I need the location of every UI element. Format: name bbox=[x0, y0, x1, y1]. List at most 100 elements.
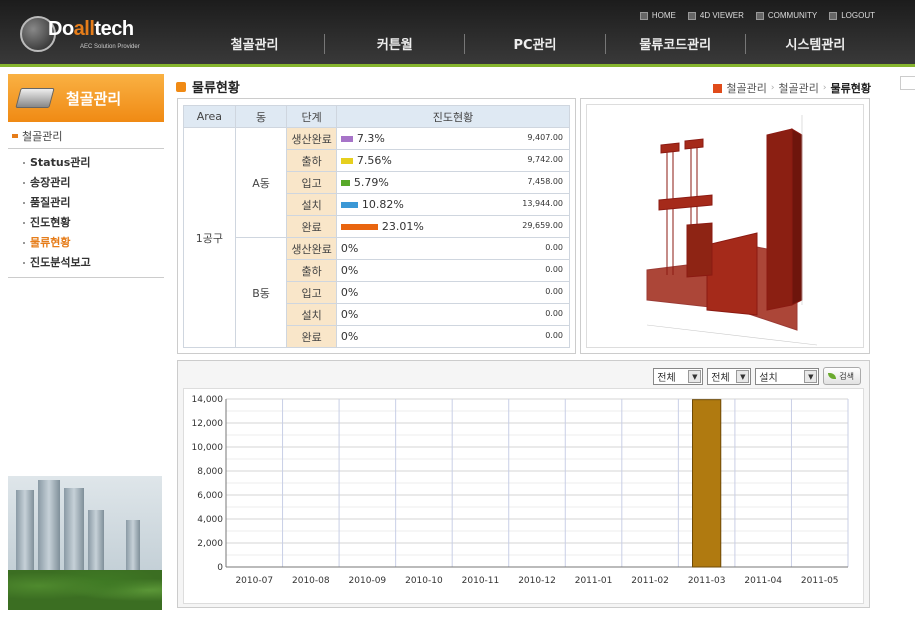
top-menu-4d-viewer[interactable]: 4D VIEWER bbox=[687, 11, 744, 20]
table-row: 1공구 A동 생산완료 7.3% 9,407.00 bbox=[183, 127, 571, 348]
y-tick-label: 6,000 bbox=[197, 491, 223, 501]
sidebar-item-quality[interactable]: 품질관리 bbox=[23, 193, 164, 213]
progress-value: 0.00 bbox=[545, 243, 563, 252]
filter-select-2[interactable]: 전체 ▼ bbox=[707, 367, 752, 385]
x-tick-label: 2010-08 bbox=[292, 576, 330, 586]
square-bullet-icon bbox=[687, 11, 696, 20]
header-area: Area bbox=[183, 105, 236, 128]
minus-bullet-icon bbox=[12, 134, 18, 138]
stage-cell: 설치 bbox=[286, 303, 337, 326]
top-menu-community[interactable]: COMMUNITY bbox=[755, 11, 817, 20]
progress-bar bbox=[340, 180, 350, 186]
sidebar-item-progress[interactable]: 진도현황 bbox=[23, 213, 164, 233]
leaf-icon bbox=[828, 373, 837, 379]
progress-bar bbox=[340, 202, 358, 208]
tower-shape bbox=[64, 488, 84, 580]
stage-cell: 완료 bbox=[286, 325, 337, 348]
x-tick-label: 2011-03 bbox=[688, 576, 726, 586]
top-menu: HOME 4D VIEWER COMMUNITY LOGOUT bbox=[639, 11, 875, 20]
progress-bar bbox=[340, 136, 353, 142]
y-tick-label: 12,000 bbox=[192, 419, 224, 429]
sidebar-item-progress-report[interactable]: 진도분석보고 bbox=[23, 253, 164, 273]
stage-cell: 완료 bbox=[286, 215, 337, 238]
main-nav: 철골관리 커튼월 PC관리 물류코드관리 시스템관리 bbox=[185, 34, 885, 54]
stage-cell: 설치 bbox=[286, 193, 337, 216]
bar-chart-area: 0 2,000 4,000 6,000 8,000 10,000 12,000 14,000 2… bbox=[183, 388, 864, 604]
progress-bar bbox=[340, 158, 353, 164]
stage-cell: 출하 bbox=[286, 149, 337, 172]
sidebar-item-logistics[interactable]: 물류현황 bbox=[23, 233, 164, 253]
filter-select-stage[interactable]: 설치 ▼ bbox=[755, 367, 820, 385]
progress-bar bbox=[340, 224, 378, 230]
sidebar-title-banner: 철골관리 bbox=[8, 74, 164, 122]
breadcrumb-separator: › bbox=[822, 83, 827, 93]
stage-cell: 생산완료 bbox=[286, 237, 337, 260]
breadcrumb-item[interactable]: 철골관리 bbox=[726, 80, 766, 96]
logo-wordmark: Doalltech bbox=[48, 18, 134, 40]
progress-percent: 0% bbox=[340, 308, 359, 321]
table-row: B동 생산완료 0% 0.00 bbox=[184, 237, 571, 348]
breadcrumb-item[interactable]: 철골관리 bbox=[778, 80, 818, 96]
progress-value: 7,458.00 bbox=[527, 177, 563, 186]
dropdown-arrow-icon: ▼ bbox=[736, 369, 750, 383]
sidebar-title: 철골관리 bbox=[66, 89, 122, 108]
tower-shape bbox=[16, 490, 34, 580]
header: Doalltech AEC Solution Provider HOME 4D … bbox=[0, 0, 915, 67]
progress-percent: 0% bbox=[340, 264, 359, 277]
breadcrumb: 철골관리 › 철골관리 › 물류현황 bbox=[713, 80, 871, 96]
steel-structure-model-image[interactable] bbox=[586, 104, 864, 348]
progress-value: 0.00 bbox=[545, 331, 563, 340]
x-tick-label: 2010-12 bbox=[518, 576, 556, 586]
top-menu-logout[interactable]: LOGOUT bbox=[829, 11, 875, 20]
x-tick-label: 2010-09 bbox=[349, 576, 387, 586]
stage-cell: 생산완료 bbox=[286, 127, 337, 150]
square-bullet-icon bbox=[829, 11, 838, 20]
sidebar-item-status[interactable]: Status관리 bbox=[23, 153, 164, 173]
dropdown-arrow-icon: ▼ bbox=[804, 369, 818, 383]
progress-cell: 5.79% 7,458.00 bbox=[335, 171, 571, 194]
filter-bar: 전체 ▼ 전체 ▼ 설치 ▼ 검색 bbox=[653, 367, 861, 385]
nav-steel-management[interactable]: 철골관리 bbox=[185, 34, 326, 54]
area-cell: 1공구 bbox=[183, 127, 236, 348]
right-edge-frame bbox=[900, 76, 915, 90]
x-tick-label: 2010-07 bbox=[235, 576, 273, 586]
doalltech-logo[interactable]: Doalltech AEC Solution Provider bbox=[20, 14, 155, 52]
page-title: 물류현황 bbox=[176, 77, 240, 96]
progress-value: 29,659.00 bbox=[522, 221, 563, 230]
nav-system-management[interactable]: 시스템관리 bbox=[746, 34, 885, 54]
x-tick-label: 2011-01 bbox=[575, 576, 613, 586]
progress-percent: 10.82% bbox=[361, 198, 404, 211]
progress-value: 0.00 bbox=[545, 265, 563, 274]
tower-shape bbox=[38, 480, 60, 580]
progress-cell: 0% 0.00 bbox=[335, 303, 571, 326]
progress-value: 0.00 bbox=[545, 287, 563, 296]
x-tick-label: 2011-04 bbox=[744, 576, 782, 586]
steel-structure-drawing bbox=[646, 115, 818, 346]
progress-cell: 0% 0.00 bbox=[335, 281, 571, 304]
filter-select-1[interactable]: 전체 ▼ bbox=[653, 367, 704, 385]
stage-cell: 출하 bbox=[286, 259, 337, 282]
progress-percent: 5.79% bbox=[353, 176, 389, 189]
sidebar-menu: Status관리 송장관리 품질관리 진도현황 물류현황 진도분석보고 bbox=[8, 149, 164, 278]
x-tick-label: 2011-05 bbox=[801, 576, 839, 586]
sidebar-section[interactable]: 철골관리 bbox=[8, 122, 164, 149]
x-tick-label: 2010-10 bbox=[405, 576, 443, 586]
progress-value: 13,944.00 bbox=[522, 199, 563, 208]
progress-percent: 23.01% bbox=[381, 220, 424, 233]
sidebar-item-invoice[interactable]: 송장관리 bbox=[23, 173, 164, 193]
dong-cell: A동 bbox=[234, 127, 288, 238]
progress-cell: 7.3% 9,407.00 bbox=[335, 127, 571, 150]
progress-table-panel: Area 동 단계 진도현황 1공구 A동 생산완료 7.3% 9,407.00 출하 7.… bbox=[177, 98, 576, 354]
sidebar-section-label: 철골관리 bbox=[22, 130, 63, 143]
square-bullet-icon bbox=[755, 11, 764, 20]
y-tick-label: 2,000 bbox=[197, 539, 223, 549]
title-bullet-icon bbox=[176, 81, 186, 92]
search-button[interactable]: 검색 bbox=[823, 367, 861, 385]
nav-pc-management[interactable]: PC관리 bbox=[465, 34, 606, 54]
nav-logistics-code[interactable]: 물류코드관리 bbox=[606, 34, 746, 54]
logo-tagline: AEC Solution Provider bbox=[80, 44, 140, 50]
y-tick-label: 0 bbox=[217, 563, 223, 573]
nav-curtain-wall[interactable]: 커튼월 bbox=[325, 34, 466, 54]
progress-cell: 23.01% 29,659.00 bbox=[335, 215, 571, 238]
top-menu-home[interactable]: HOME bbox=[639, 11, 676, 20]
